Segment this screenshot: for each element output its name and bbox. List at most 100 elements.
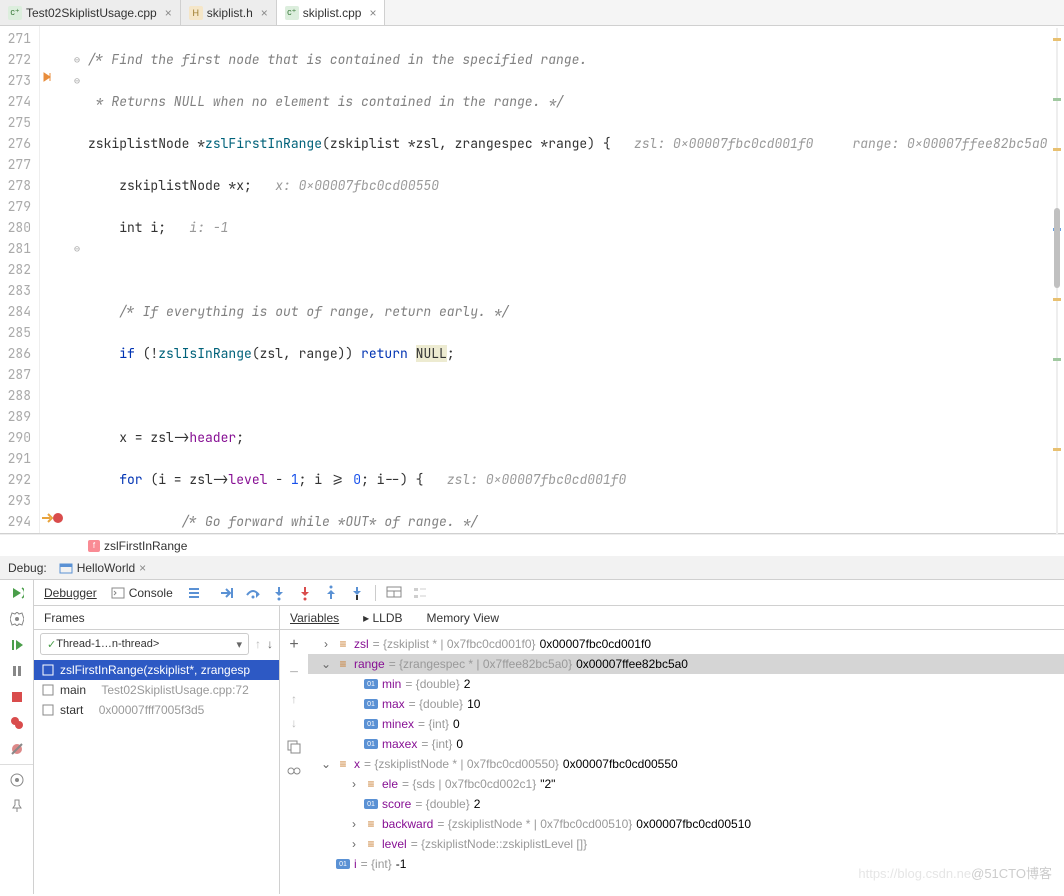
obj-icon: ≡ <box>364 837 378 851</box>
debug-config-tab[interactable]: HelloWorld × <box>59 561 146 575</box>
frame-item[interactable]: zslFirstInRange(zskiplist*, zrangesp <box>34 660 279 680</box>
up-button[interactable]: ↑ <box>291 692 297 706</box>
close-icon[interactable]: × <box>165 6 172 20</box>
prim-icon: 01 <box>364 699 378 709</box>
variables-tab[interactable]: Variables <box>290 611 339 625</box>
threads-icon[interactable] <box>187 586 201 600</box>
var-row[interactable]: ⌄≡ range = {zrangespec * | 0x7ffee82bc5a… <box>308 654 1064 674</box>
var-row[interactable]: 01 max = {double} 10 <box>308 694 1064 714</box>
debug-header: Debug: HelloWorld × <box>0 556 1064 580</box>
run-to-cursor-button[interactable] <box>349 585 365 601</box>
modified-icon <box>42 70 56 84</box>
var-row[interactable]: 01 score = {double} 2 <box>308 794 1064 814</box>
app-icon <box>59 561 73 575</box>
chevron-icon[interactable]: › <box>320 637 332 651</box>
close-icon[interactable]: × <box>369 6 376 20</box>
settings-button[interactable] <box>0 606 33 632</box>
frame-list: zslFirstInRange(zskiplist*, zrangesp mai… <box>34 658 279 720</box>
step-out-button[interactable] <box>323 585 339 601</box>
tab-test02[interactable]: c⁺ Test02SkiplistUsage.cpp × <box>0 0 181 25</box>
function-icon: f <box>88 540 100 552</box>
console-icon <box>111 586 125 600</box>
frames-panel: Frames ✓ Thread-1…n-thread>▾ ↑ ↓ zslFirs… <box>34 606 280 894</box>
frame-icon <box>42 684 54 696</box>
marker-gutter <box>40 26 70 533</box>
fold-gutter: ⊖⊖⊖ <box>70 26 84 533</box>
variables-panel: Variables ▸ LLDB Memory View + − ↑ ↓ ›≡ … <box>280 606 1064 894</box>
pin-button[interactable] <box>0 793 33 819</box>
cpp-icon: c⁺ <box>8 6 22 20</box>
editor-tabs: c⁺ Test02SkiplistUsage.cpp × H skiplist.… <box>0 0 1064 26</box>
force-step-into-button[interactable] <box>297 585 313 601</box>
var-row[interactable]: ›≡ backward = {zskiplistNode * | 0x7fbc0… <box>308 814 1064 834</box>
debug-label: Debug: <box>8 561 47 575</box>
chevron-icon[interactable]: › <box>348 837 360 851</box>
chevron-icon[interactable]: ⌄ <box>320 757 332 771</box>
breadcrumb-fn[interactable]: zslFirstInRange <box>104 539 187 553</box>
duplicate-button[interactable] <box>287 740 301 754</box>
pause-button[interactable] <box>0 658 33 684</box>
var-row[interactable]: ⌄≡ x = {zskiplistNode * | 0x7fbc0cd00550… <box>308 754 1064 774</box>
obj-icon: ≡ <box>336 657 350 671</box>
prev-frame-button[interactable]: ↑ <box>255 637 261 651</box>
code-area[interactable]: /* Find the first node that is contained… <box>84 26 1064 533</box>
stop-button[interactable] <box>0 684 33 710</box>
chevron-icon[interactable]: › <box>348 777 360 791</box>
tab-skiplist-cpp[interactable]: c⁺ skiplist.cpp × <box>277 0 386 25</box>
var-row[interactable]: 01 minex = {int} 0 <box>308 714 1064 734</box>
step-over-button[interactable] <box>245 585 261 601</box>
debug-view-tabs: Debugger Console <box>34 580 201 605</box>
watermark: https://blog.csdn.ne@51CTO博客 <box>858 863 1052 882</box>
code-editor[interactable]: 271272273274 275276277278 279280281282 2… <box>0 26 1064 534</box>
next-frame-button[interactable]: ↓ <box>267 637 273 651</box>
step-toolbar <box>201 580 428 605</box>
tab-label: Test02SkiplistUsage.cpp <box>26 6 157 20</box>
remove-watch-button[interactable]: − <box>289 664 298 682</box>
memory-view-tab[interactable]: Memory View <box>427 611 499 625</box>
close-icon[interactable]: × <box>139 561 146 575</box>
cpp-icon: c⁺ <box>285 6 299 20</box>
var-row[interactable]: 01 min = {double} 2 <box>308 674 1064 694</box>
show-watches-button[interactable] <box>287 764 301 778</box>
breadcrumb: f zslFirstInRange <box>0 534 1064 556</box>
chevron-icon[interactable]: › <box>348 817 360 831</box>
trace-button[interactable] <box>412 585 428 601</box>
prim-icon: 01 <box>364 679 378 689</box>
layout-settings-button[interactable] <box>0 767 33 793</box>
step-into-button[interactable] <box>271 585 287 601</box>
var-row[interactable]: ›≡ ele = {sds | 0x7fbc0cd002c1} "2" <box>308 774 1064 794</box>
debug-config-name: HelloWorld <box>77 561 135 575</box>
down-button[interactable]: ↓ <box>291 716 297 730</box>
vars-toolbar: + − ↑ ↓ <box>280 630 308 870</box>
add-watch-button[interactable]: + <box>289 636 298 654</box>
debug-left-toolbar <box>0 580 34 894</box>
obj-icon: ≡ <box>364 817 378 831</box>
var-row[interactable]: ›≡ level = {zskiplistNode::zskiplistLeve… <box>308 834 1064 854</box>
obj-icon: ≡ <box>364 777 378 791</box>
tab-skiplist-h[interactable]: H skiplist.h × <box>181 0 277 25</box>
frame-item[interactable]: start 0x00007fff7005f3d5 <box>34 700 279 720</box>
rerun-button[interactable] <box>0 580 33 606</box>
prim-icon: 01 <box>336 859 350 869</box>
variables-tree[interactable]: ›≡ zsl = {zskiplist * | 0x7fbc0cd001f0} … <box>308 630 1064 870</box>
evaluate-button[interactable] <box>386 585 402 601</box>
show-exec-point-button[interactable] <box>219 585 235 601</box>
console-tab[interactable]: Console <box>111 586 173 600</box>
frame-icon <box>42 704 54 716</box>
editor-scrollbar[interactable] <box>1052 28 1062 534</box>
close-icon[interactable]: × <box>261 6 268 20</box>
mute-breakpoints-button[interactable] <box>0 736 33 762</box>
frame-item[interactable]: main Test02SkiplistUsage.cpp:72 <box>34 680 279 700</box>
resume-button[interactable] <box>0 632 33 658</box>
debugger-tab[interactable]: Debugger <box>44 586 97 600</box>
prim-icon: 01 <box>364 799 378 809</box>
thread-selector[interactable]: ✓ Thread-1…n-thread>▾ <box>40 633 249 655</box>
line-gutter: 271272273274 275276277278 279280281282 2… <box>0 26 40 533</box>
var-row[interactable]: 01 maxex = {int} 0 <box>308 734 1064 754</box>
exec-point-icon <box>42 511 64 525</box>
frames-header: Frames <box>44 611 85 625</box>
view-breakpoints-button[interactable] <box>0 710 33 736</box>
chevron-icon[interactable]: ⌄ <box>320 657 332 671</box>
var-row[interactable]: ›≡ zsl = {zskiplist * | 0x7fbc0cd001f0} … <box>308 634 1064 654</box>
lldb-tab[interactable]: ▸ LLDB <box>363 611 402 625</box>
